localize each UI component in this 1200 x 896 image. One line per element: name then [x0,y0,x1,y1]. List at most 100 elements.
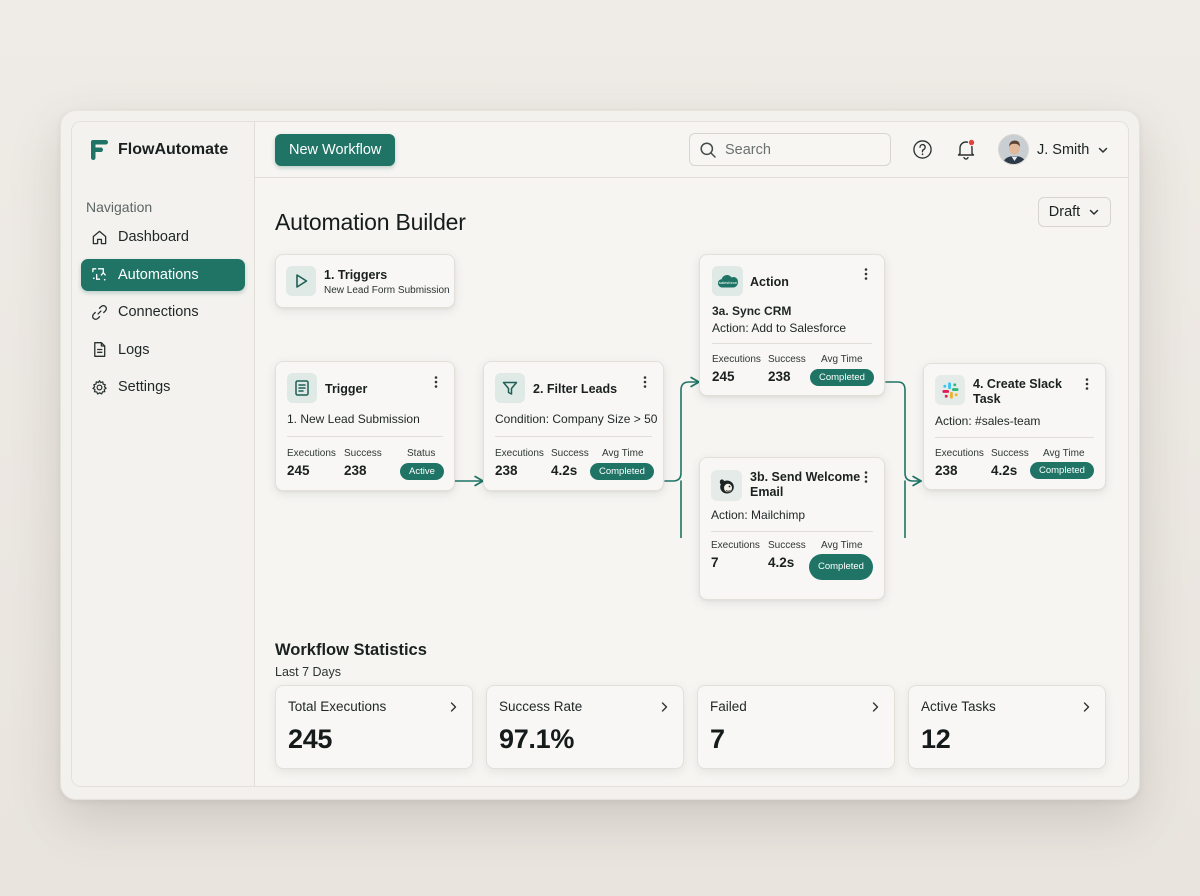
gear-icon [92,379,107,395]
chevron-right-icon [1083,702,1090,712]
more-options-icon[interactable] [1084,377,1090,391]
search-icon [700,141,716,158]
home-icon [92,230,107,244]
brand-name: FlowAutomate [118,141,229,158]
avatar [998,134,1029,165]
stat-label: Failed [710,699,747,714]
node-title: Trigger [325,382,368,396]
node-divider [712,343,872,344]
metric-label-status: Status [407,448,436,459]
link-icon [92,304,107,320]
metric-value-executions: 7 [711,555,719,570]
sidebar-item-logs[interactable]: Logs [81,334,245,366]
node-sync-crm[interactable]: salesforce Action 3a. Sync CRM Action: A… [699,254,885,396]
stat-label: Success Rate [499,699,583,714]
sidebar-item-label: Dashboard [118,229,189,245]
node-trigger[interactable]: Trigger 1. New Lead Submission Execution… [275,361,455,491]
user-name: J. Smith [1037,141,1090,158]
sidebar: FlowAutomate Navigation Dashboard Automa… [72,122,255,786]
node-divider [495,436,652,437]
stat-label: Active Tasks [921,699,996,714]
form-icon [295,380,309,396]
new-workflow-button[interactable]: New Workflow [275,134,396,166]
node-triggers[interactable]: 1. Triggers New Lead Form Submission [275,254,455,308]
stat-card-total-executions[interactable]: Total Executions 245 [275,685,473,769]
stat-card-active-tasks[interactable]: Active Tasks 12 [908,685,1106,769]
metric-label-avg-time: Avg Time [602,448,644,459]
stat-value: 245 [288,724,333,754]
connector-crm-to-slack [885,381,922,487]
metric-value-executions: 238 [495,463,518,478]
document-icon [94,342,106,357]
metric-label-success: Success [344,448,382,459]
automation-icon [92,268,106,281]
search-box[interactable] [689,133,891,166]
brand[interactable]: FlowAutomate [90,139,228,161]
sidebar-item-connections[interactable]: Connections [81,296,245,328]
svg-text:salesforce: salesforce [718,280,737,285]
node-filter-leads[interactable]: 2. Filter Leads Condition: Company Size … [483,361,664,491]
sidebar-item-dashboard[interactable]: Dashboard [81,221,245,253]
metric-value-executions: 238 [935,463,958,478]
more-options-icon[interactable] [642,375,648,389]
connector-email-to-slack [904,480,906,538]
salesforce-icon: salesforce [717,275,738,288]
user-menu[interactable]: J. Smith [998,134,1109,165]
sidebar-item-label: Logs [118,341,150,358]
node-description: 1. New Lead Submission [287,412,420,426]
node-description: Action: Mailchimp [711,508,806,522]
stats-subtitle: Last 7 Days [275,665,342,679]
status-badge: Completed [810,369,874,386]
stat-card-failed[interactable]: Failed 7 [697,685,895,769]
metric-label-success: Success [991,448,1029,459]
sidebar-item-label: Settings [118,379,171,395]
user-photo-icon [999,135,1028,164]
node-create-slack-task[interactable]: 4. Create Slack Task Action: #sales-team… [923,363,1106,490]
node-divider [287,436,443,437]
metric-label-executions: Executions [712,354,761,365]
help-icon[interactable] [912,139,933,160]
node-send-welcome-email[interactable]: 3b. Send Welcome Email Action: Mailchimp… [699,457,885,600]
connector-filter-to-email [680,480,682,538]
more-options-icon[interactable] [863,470,869,484]
metric-label-avg-time: Avg Time [821,354,863,365]
filter-icon [502,381,518,395]
sidebar-item-label: Connections [118,304,199,320]
node-icon-box [935,375,965,405]
chevron-right-icon [661,702,668,712]
sidebar-nav: Dashboard Automations Connections Logs S… [81,221,245,409]
status-badge: Completed [809,554,873,580]
more-options-icon[interactable] [433,375,439,389]
sidebar-item-settings[interactable]: Settings [81,371,245,403]
search-input[interactable] [725,141,875,158]
slack-icon [941,381,959,399]
metric-value-success: 4.2s [551,463,578,478]
node-title: 4. Create Slack Task [973,377,1062,407]
status-badge: Completed [590,463,654,480]
sidebar-item-automations[interactable]: Automations [81,258,245,291]
stat-value: 7 [710,724,725,754]
stat-label: Total Executions [288,699,387,714]
metric-label-avg-time: Avg Time [821,540,863,551]
metric-value-success: 238 [768,369,791,384]
node-header: Action [750,275,789,289]
more-options-icon[interactable] [863,267,869,281]
chevron-right-icon [450,702,457,712]
node-divider [935,437,1094,438]
metric-label-success: Success [768,354,806,365]
node-icon-box: salesforce [712,266,743,296]
nav-heading: Navigation [86,199,153,215]
node-icon-box [286,266,316,296]
node-title-line: Task [973,392,1001,406]
stat-value: 12 [921,724,951,754]
node-title-line: Email [750,485,784,499]
metric-label-executions: Executions [935,448,984,459]
sidebar-item-label: Automations [118,266,199,283]
metric-label-executions: Executions [495,448,544,459]
play-icon [296,274,308,288]
node-title-line: 3b. Send Welcome [750,470,861,484]
status-badge: Completed [1030,462,1094,479]
stat-card-success-rate[interactable]: Success Rate 97.1% [486,685,684,769]
node-divider [711,531,873,532]
notification-bell-icon[interactable] [955,138,977,160]
